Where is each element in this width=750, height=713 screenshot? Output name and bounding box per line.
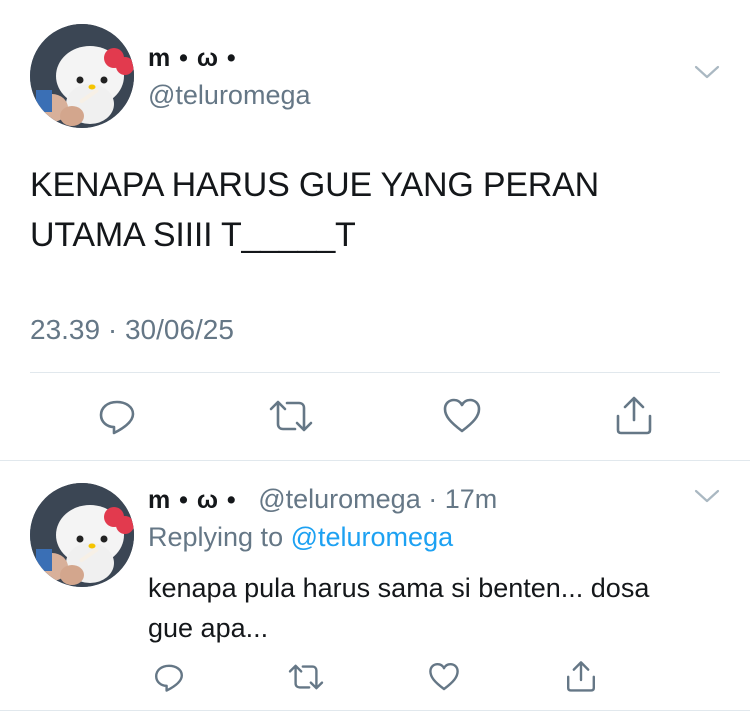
chevron-down-icon	[694, 65, 720, 79]
reply-header: m • ω • @teluromega · 17m	[148, 484, 497, 515]
chevron-down-icon	[694, 489, 720, 503]
divider	[0, 710, 750, 711]
reply-icon	[155, 664, 183, 692]
timestamp[interactable]: 23.39 · 30/06/25	[30, 314, 234, 346]
share-icon	[616, 396, 652, 435]
avatar[interactable]	[30, 24, 134, 128]
reply-button[interactable]	[150, 660, 188, 694]
tweet-text-line: KENAPA HARUS GUE YANG PERAN	[30, 166, 599, 204]
tweet-text-line: gue apa...	[148, 613, 269, 643]
share-button[interactable]	[562, 658, 600, 694]
reply-button[interactable]	[95, 396, 139, 436]
handle[interactable]: @teluromega	[258, 484, 421, 514]
retweet-button[interactable]	[286, 660, 326, 694]
display-name[interactable]: m • ω •	[148, 44, 237, 73]
like-button[interactable]	[425, 660, 463, 694]
replying-to-label: Replying to	[148, 522, 284, 552]
retweet-icon	[269, 400, 313, 432]
retweet-icon	[288, 664, 324, 690]
replying-to-handle[interactable]: @teluromega	[291, 522, 454, 552]
avatar-image	[30, 24, 134, 128]
avatar[interactable]	[30, 483, 134, 587]
display-name[interactable]: m • ω •	[148, 486, 237, 514]
tweet-text: KENAPA HARUS GUE YANG PERAN UTAMA SIIII …	[30, 160, 599, 260]
share-button[interactable]	[612, 394, 656, 436]
more-options-button[interactable]	[694, 64, 720, 85]
like-button[interactable]	[440, 396, 484, 436]
replying-to: Replying to @teluromega	[148, 522, 453, 553]
tweet-text-line: UTAMA SIIII T_____T	[30, 216, 356, 254]
heart-icon	[443, 398, 481, 433]
tweet-text: kenapa pula harus sama si benten... dosa…	[148, 568, 649, 648]
heart-icon	[429, 663, 459, 691]
reply-icon	[99, 400, 135, 435]
tweet-age[interactable]: · 17m	[428, 484, 497, 514]
divider	[30, 372, 720, 373]
divider	[0, 460, 750, 461]
retweet-button[interactable]	[268, 396, 314, 436]
share-icon	[567, 661, 595, 692]
avatar-image	[30, 483, 134, 587]
more-options-button[interactable]	[694, 488, 720, 509]
tweet-text-line: kenapa pula harus sama si benten... dosa	[148, 573, 650, 603]
handle[interactable]: @teluromega	[148, 80, 311, 111]
